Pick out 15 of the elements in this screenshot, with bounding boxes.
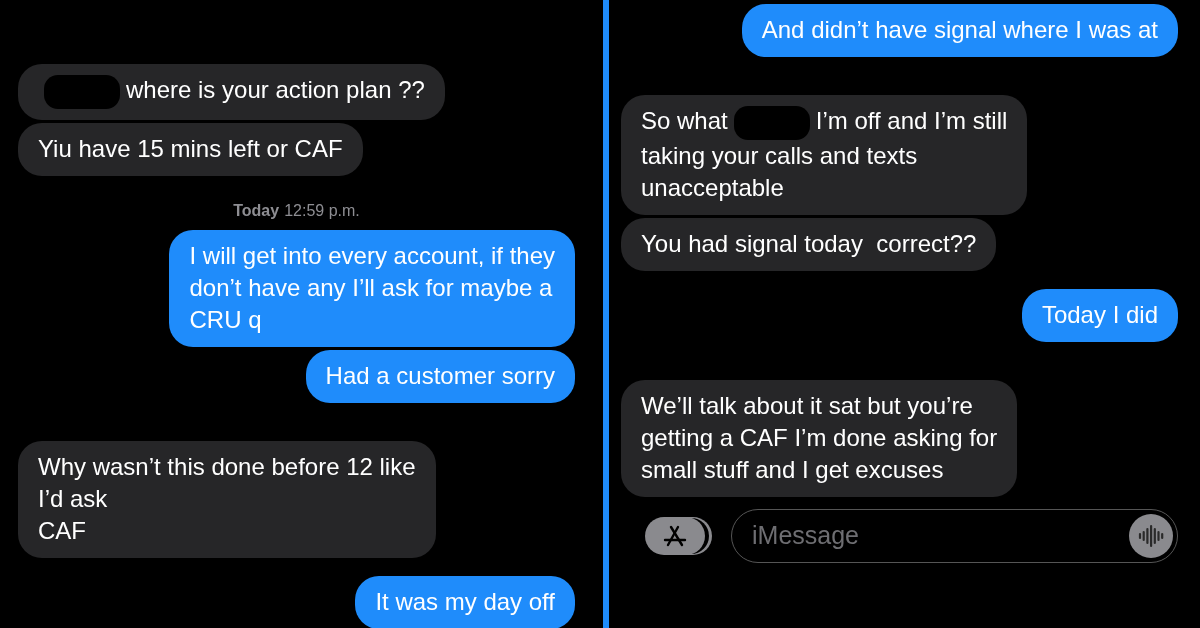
received-message-bubble: You had signal today correct?? [621, 217, 997, 271]
sent-message-bubble: And didn’t have signal where I was at [741, 4, 1178, 57]
received-message-bubble: Yiu have 15 mins left or CAF [18, 122, 363, 176]
timestamp: Today 12:59 p.m. [232, 201, 361, 220]
received-message-bubble: where is your action plan ?? [18, 64, 445, 120]
waveform-icon [1137, 523, 1165, 548]
sent-message-bubble: Had a customer sorry [305, 349, 575, 403]
received-message-bubble: We’ll talk about it sat but you’re getting a CAF I’m done asking for small stuff and I get excuses [621, 379, 1018, 497]
message-field[interactable]: iMessage [731, 508, 1178, 563]
voice-button[interactable] [1129, 513, 1173, 558]
sent-message-bubble: I will get into every account, if they don’t have any I’ll ask for maybe a CRU q [169, 229, 575, 347]
received-message-bubble: So what I’m off and I’m still taking your calls and texts unacceptable [621, 95, 1028, 215]
received-message-bubble: Why wasn’t this done before 12 like I’d ask CAF [18, 440, 436, 558]
sent-message-bubble: It was my day off [355, 575, 575, 628]
sent-message-bubble: Today I did [1021, 288, 1178, 342]
